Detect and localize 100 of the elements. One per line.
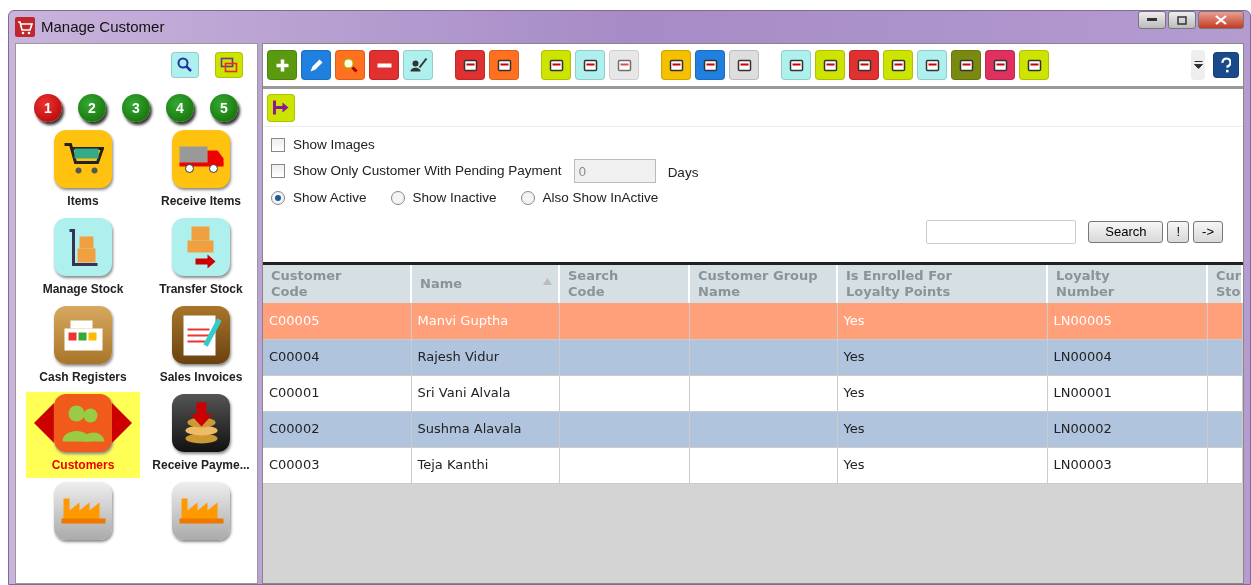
radio-label: Also Show InActive bbox=[542, 188, 659, 207]
exit-icon bbox=[272, 99, 290, 116]
help-button[interactable] bbox=[1213, 52, 1239, 78]
overflow-icon bbox=[1192, 60, 1204, 70]
radio-button[interactable] bbox=[390, 190, 405, 205]
table-cell: C00001 bbox=[269, 385, 320, 401]
award-check-button[interactable] bbox=[729, 50, 759, 80]
module-button[interactable]: Receive Payme... bbox=[144, 392, 257, 478]
coins-arrow-icon bbox=[183, 401, 219, 445]
checkbox[interactable] bbox=[271, 164, 285, 179]
edit-icon bbox=[308, 57, 324, 73]
card-search-icon bbox=[496, 58, 512, 72]
table-cell: Yes bbox=[843, 385, 865, 401]
checkbox[interactable] bbox=[271, 138, 285, 153]
page-button[interactable]: 4 bbox=[166, 94, 194, 122]
table-cell: C00003 bbox=[269, 457, 320, 473]
help-icon bbox=[1220, 56, 1232, 74]
remove-icon bbox=[375, 61, 393, 69]
minimize-button[interactable] bbox=[1138, 11, 1166, 29]
mail-button[interactable] bbox=[951, 50, 981, 80]
table-cell: Manvi Guptha bbox=[417, 313, 509, 328]
table-cell: LN00003 bbox=[1053, 457, 1112, 473]
table-cell: Yes bbox=[843, 421, 865, 437]
table-down-button[interactable] bbox=[815, 50, 845, 80]
action-button[interactable]: ! bbox=[1167, 220, 1190, 243]
gift-button[interactable] bbox=[695, 50, 725, 80]
card-add-icon bbox=[462, 58, 478, 72]
days-label: Days bbox=[667, 164, 699, 183]
table-cell: C00002 bbox=[269, 421, 320, 437]
module-button[interactable]: Sales Invoices bbox=[144, 304, 257, 390]
radio-button[interactable] bbox=[520, 190, 535, 205]
checkbox-label: Show Only Customer With Pending Payment bbox=[293, 162, 562, 181]
close-icon bbox=[1215, 15, 1227, 25]
close-button[interactable] bbox=[1198, 11, 1244, 29]
search-field[interactable] bbox=[926, 219, 1077, 244]
search-icon bbox=[342, 57, 358, 73]
factory-icon bbox=[59, 497, 107, 525]
days-field[interactable]: 0 bbox=[573, 159, 656, 184]
module-button[interactable]: Items bbox=[26, 128, 140, 214]
table-row[interactable]: C00001 Sri Vani Alvala Yes LN00001 bbox=[263, 375, 1242, 411]
document-pen-icon bbox=[181, 313, 221, 357]
award-button[interactable] bbox=[661, 50, 691, 80]
exit-button[interactable] bbox=[267, 93, 295, 122]
table-row[interactable]: C00003 Teja Kanthi Yes LN00003 bbox=[263, 447, 1242, 483]
shopping-cart-icon bbox=[62, 143, 104, 175]
table-cell: C00004 bbox=[269, 349, 320, 365]
cash-register-icon bbox=[62, 318, 104, 352]
table-cell: Teja Kanthi bbox=[417, 457, 489, 473]
new-document-button[interactable] bbox=[541, 50, 571, 80]
page-button[interactable]: 3 bbox=[122, 94, 150, 122]
table-up-button[interactable] bbox=[781, 50, 811, 80]
page-button[interactable]: 1 bbox=[34, 94, 62, 122]
remove-button[interactable] bbox=[369, 50, 399, 80]
checkbox-label: Show Images bbox=[293, 136, 375, 154]
action-button[interactable]: -> bbox=[1193, 220, 1223, 243]
cart-icon bbox=[15, 17, 35, 37]
table-cell: Yes bbox=[843, 313, 865, 328]
card-add-button[interactable] bbox=[455, 50, 485, 80]
module-button[interactable]: Manage Stock bbox=[26, 216, 140, 302]
windows-icon bbox=[220, 57, 238, 73]
page-button[interactable]: 2 bbox=[78, 94, 106, 122]
coins-button[interactable] bbox=[575, 50, 605, 80]
overflow-button[interactable] bbox=[1191, 50, 1205, 80]
sort-icon bbox=[543, 278, 552, 285]
radio-label: Show Inactive bbox=[412, 188, 497, 207]
barcode-button[interactable] bbox=[849, 50, 879, 80]
triangle-icon bbox=[34, 403, 54, 443]
table-cell: LN00001 bbox=[1053, 385, 1112, 401]
table-cell: Yes bbox=[843, 457, 865, 473]
table-row[interactable]: C00002 Sushma Alavala Yes LN00002 bbox=[263, 411, 1242, 447]
maximize-icon bbox=[1177, 15, 1187, 25]
price-card-button[interactable] bbox=[883, 50, 913, 80]
module-button[interactable]: Receive Items bbox=[144, 128, 257, 214]
page-button[interactable]: 5 bbox=[210, 94, 238, 122]
table-cell: LN00002 bbox=[1053, 421, 1112, 437]
truck-icon bbox=[177, 144, 225, 174]
radio-button[interactable] bbox=[271, 190, 285, 205]
mail-phone-button[interactable] bbox=[985, 50, 1015, 80]
search-button[interactable]: Search bbox=[1088, 220, 1164, 243]
add-button[interactable] bbox=[267, 50, 297, 80]
table-cell: Sri Vani Alvala bbox=[417, 385, 511, 401]
add-icon bbox=[274, 57, 290, 73]
mail-check-button[interactable] bbox=[917, 50, 947, 80]
module-button[interactable]: Customers bbox=[26, 392, 140, 478]
search-button[interactable] bbox=[171, 52, 199, 78]
windows-button[interactable] bbox=[215, 52, 243, 78]
table-cell: Sushma Alavala bbox=[417, 421, 522, 437]
maximize-button[interactable] bbox=[1168, 11, 1196, 29]
triangle-icon bbox=[112, 403, 132, 443]
module-button[interactable]: Transfer Stock bbox=[144, 216, 257, 302]
table-cell: LN00005 bbox=[1053, 313, 1112, 328]
mail-phone-button[interactable] bbox=[1019, 50, 1049, 80]
table-row[interactable]: C00004 Rajesh Vidur Yes LN00004 bbox=[263, 339, 1242, 375]
edit-button[interactable] bbox=[301, 50, 331, 80]
boxes-arrow-icon bbox=[185, 224, 217, 270]
search-button[interactable] bbox=[335, 50, 365, 80]
signature-button[interactable] bbox=[403, 50, 433, 80]
card-search-button[interactable] bbox=[489, 50, 519, 80]
module-button[interactable]: Cash Registers bbox=[26, 304, 140, 390]
signature-icon bbox=[408, 57, 428, 73]
